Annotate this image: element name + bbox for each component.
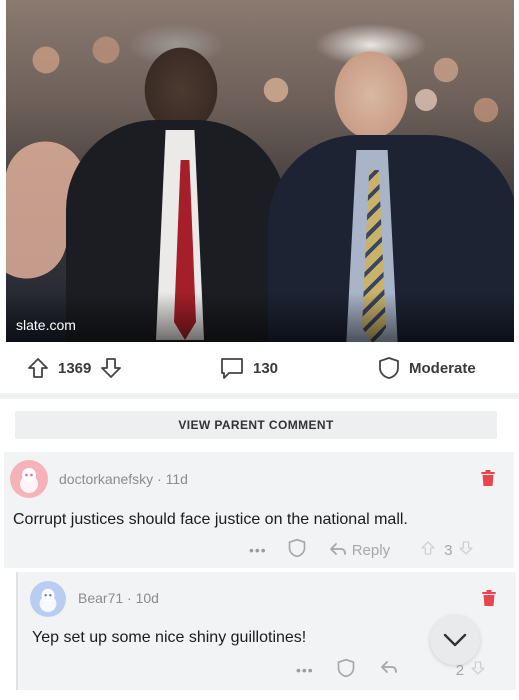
comment-username[interactable]: Bear71 — [78, 590, 123, 606]
comments-button[interactable]: 130 — [219, 356, 278, 380]
more-dots-icon[interactable]: ••• — [249, 542, 267, 558]
arrow-up-icon[interactable] — [26, 356, 50, 380]
snoo-avatar-icon — [20, 468, 38, 493]
link-source[interactable]: slate.com — [16, 317, 76, 333]
speech-bubble-icon — [219, 356, 245, 380]
comment-score: 3 — [444, 541, 453, 559]
comment-count: 130 — [253, 359, 279, 377]
moderate-label: Moderate — [409, 359, 476, 377]
shield-icon — [377, 356, 401, 380]
shield-icon[interactable] — [336, 658, 356, 682]
more-dots-icon[interactable]: ••• — [296, 662, 314, 678]
view-parent-comment-button[interactable]: VIEW PARENT COMMENT — [15, 411, 497, 439]
snoo-avatar-icon — [39, 588, 57, 613]
reply-arrow-icon — [329, 543, 346, 555]
comment-body: Corrupt justices should face justice on … — [13, 511, 408, 528]
post-action-bar: 1369 130 Moderate — [0, 350, 519, 386]
comment-age: 11d — [165, 471, 188, 487]
avatar[interactable] — [30, 581, 66, 617]
arrow-down-icon[interactable] — [458, 539, 474, 561]
moderate-button[interactable]: Moderate — [377, 356, 476, 380]
arrow-down-icon[interactable] — [99, 356, 123, 380]
comment-age: 10d — [135, 590, 159, 606]
comment-body: Yep set up some nice shiny guillotines! — [32, 629, 307, 646]
comment-username[interactable]: doctorkanefsky — [59, 471, 153, 487]
arrow-down-icon[interactable] — [470, 659, 486, 681]
vote-count: 1369 — [58, 359, 92, 377]
avatar[interactable] — [10, 460, 48, 498]
meta-separator: · — [157, 471, 166, 487]
comment-footer: ••• Reply 3 — [249, 538, 474, 562]
chevron-down-icon — [443, 633, 467, 647]
comment-meta: doctorkanefsky · 11d — [59, 471, 188, 487]
comment-meta: Bear71 · 10d — [78, 590, 159, 606]
arrow-up-icon[interactable] — [420, 539, 436, 561]
meta-separator: · — [127, 590, 136, 606]
reply-label: Reply — [351, 541, 391, 559]
photo-caption-shade — [6, 292, 514, 342]
reply-arrow-icon[interactable] — [380, 660, 398, 680]
comment: doctorkanefsky · 11d Corrupt justices sh… — [4, 452, 514, 568]
vote-group: 1369 — [26, 356, 123, 380]
reply-button[interactable]: Reply — [329, 542, 390, 559]
trash-icon[interactable] — [481, 470, 495, 486]
post-image[interactable]: slate.com — [6, 0, 514, 342]
scroll-down-button[interactable] — [430, 615, 480, 665]
section-divider — [0, 393, 519, 399]
trash-icon[interactable] — [482, 590, 496, 606]
shield-icon[interactable] — [287, 538, 307, 562]
